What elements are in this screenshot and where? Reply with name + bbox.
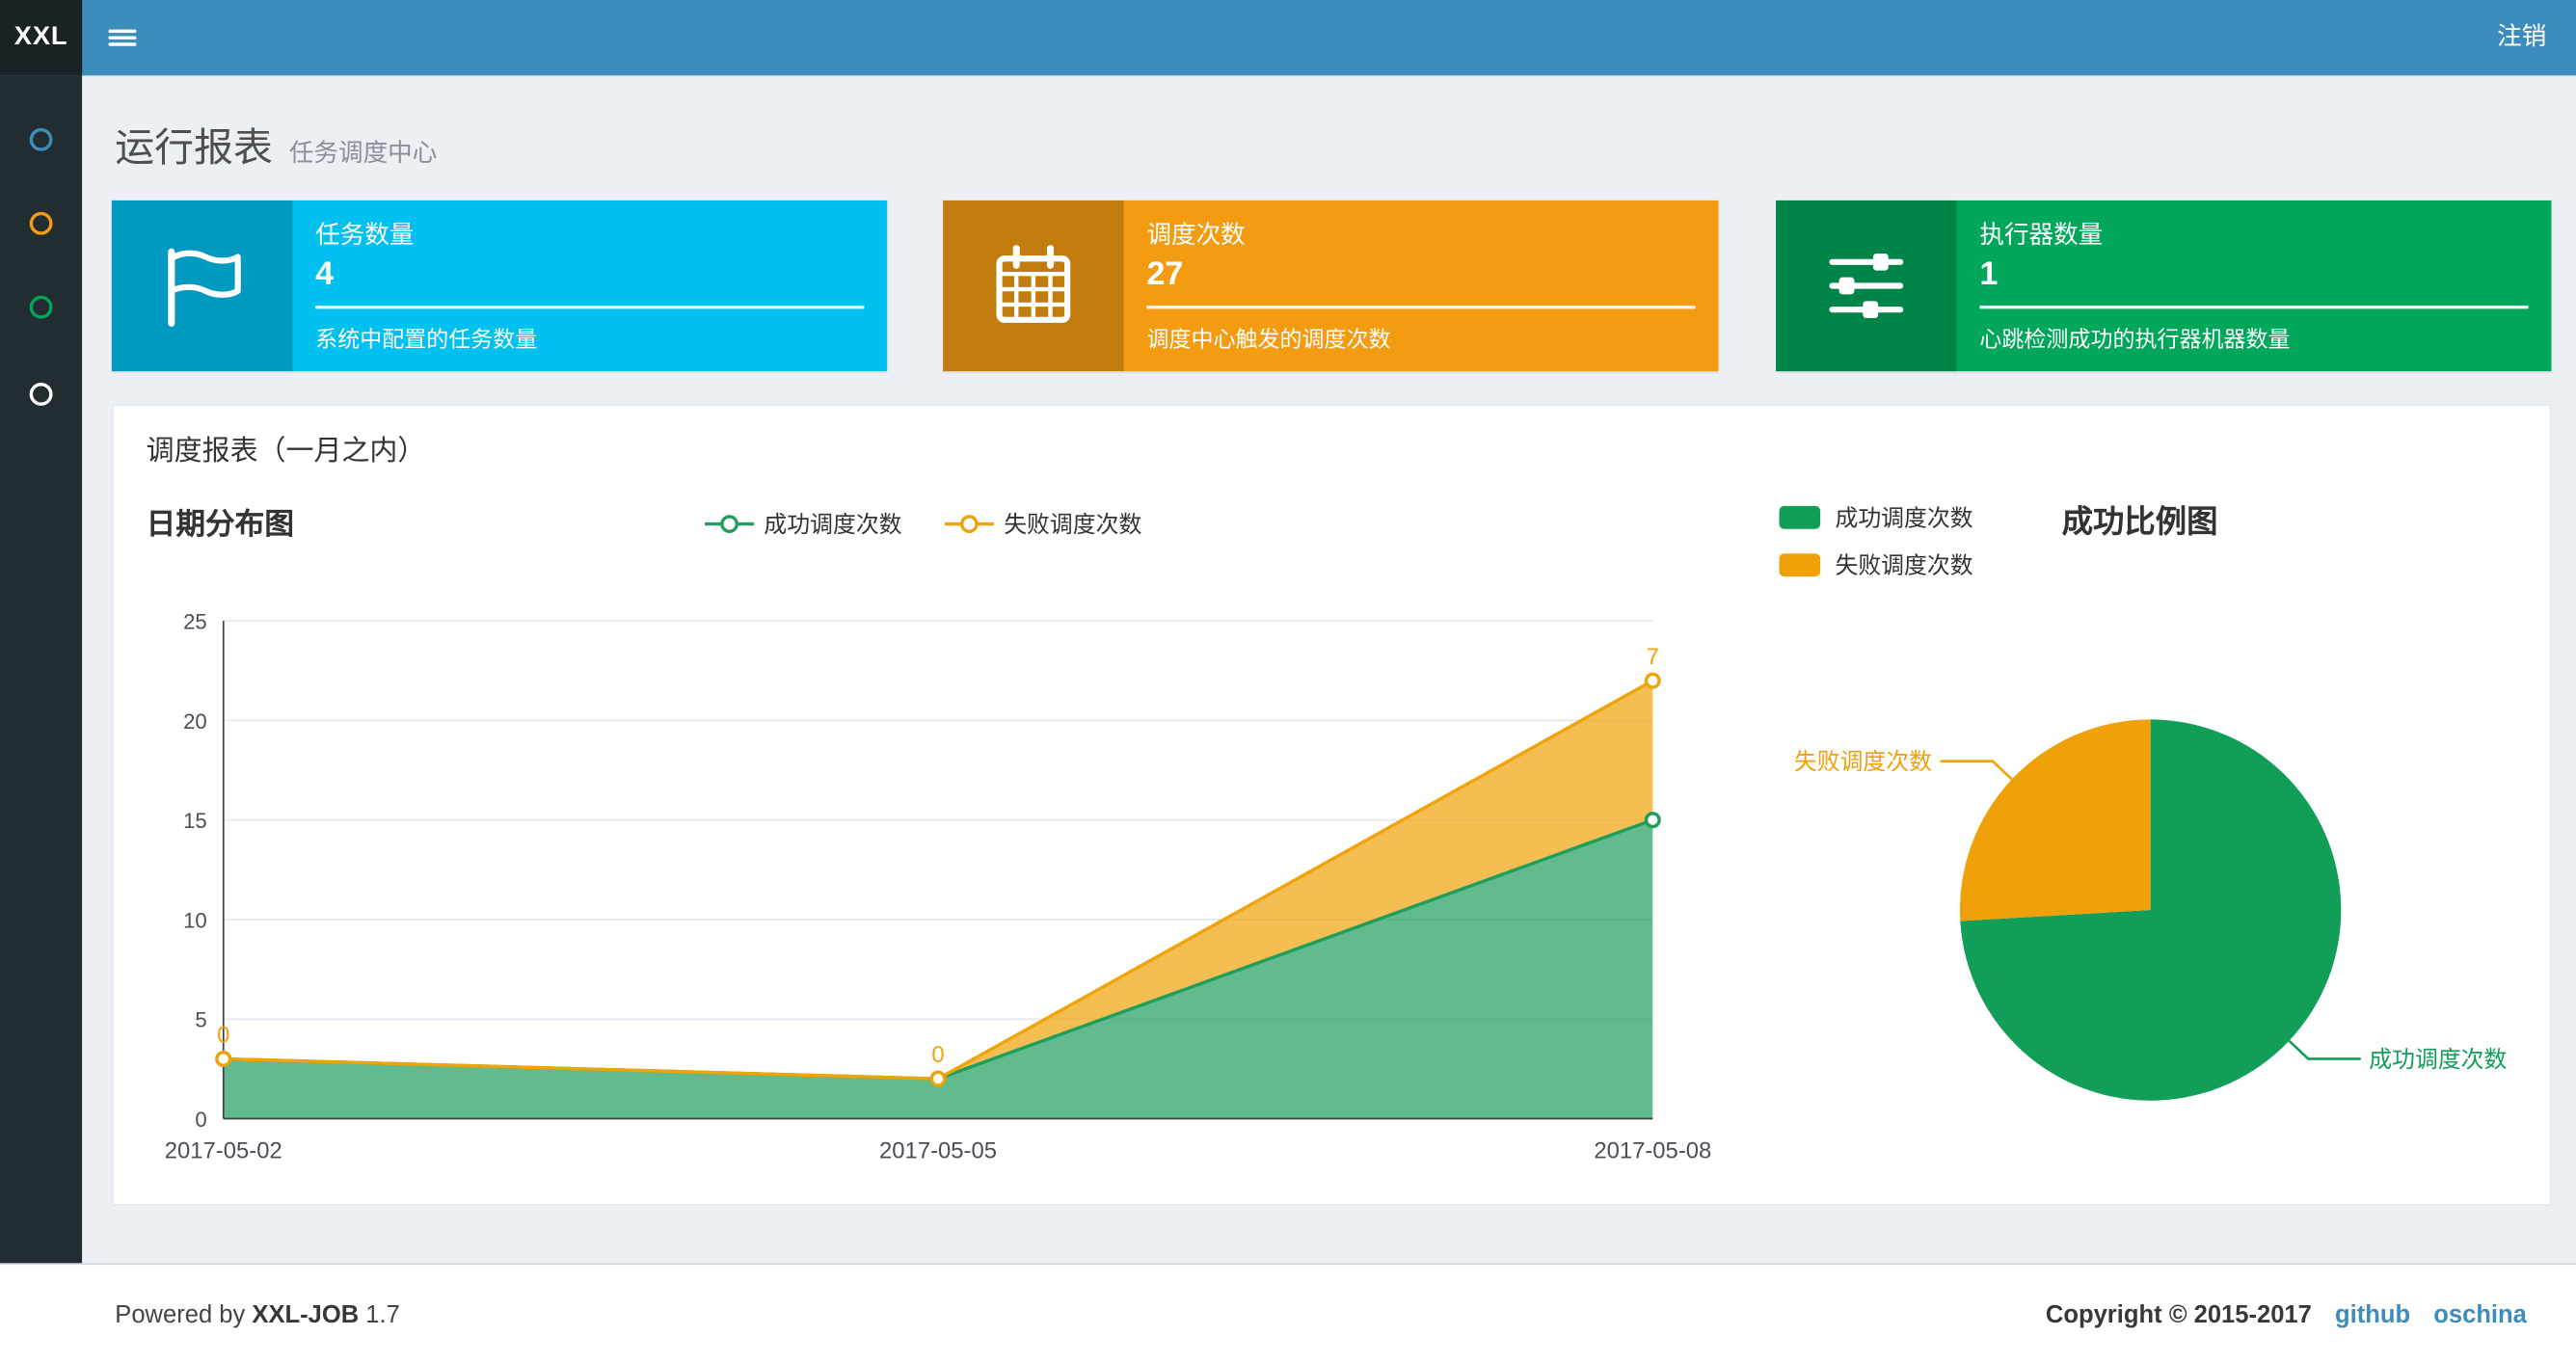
- svg-text:失败调度次数: 失败调度次数: [1794, 749, 1932, 775]
- page-title: 运行报表: [115, 126, 273, 172]
- line-marker-icon: [705, 515, 755, 533]
- app-logo[interactable]: XXL: [0, 0, 83, 76]
- legend-item-success[interactable]: 成功调度次数: [705, 508, 902, 541]
- logout-link[interactable]: 注销: [2468, 0, 2576, 75]
- product-name: XXL-JOB: [252, 1299, 360, 1328]
- top-navbar: XXL 注销: [0, 0, 2576, 76]
- info-box-divider: [1979, 305, 2529, 309]
- info-box-desc: 调度中心触发的调度次数: [1146, 327, 1391, 352]
- circle-icon: [29, 383, 53, 406]
- hamburger-icon: [107, 26, 136, 49]
- info-box-label: 调度次数: [1146, 222, 1246, 251]
- date-distribution-chart[interactable]: 05101520252017-05-02 2017-05-05 2017-05-08…: [114, 580, 1773, 1185]
- info-box-value: 27: [1146, 255, 1184, 293]
- panel-title: 调度报表（一月之内）: [146, 435, 426, 467]
- info-box-desc: 心跳检测成功的执行器机器数量: [1979, 327, 2291, 352]
- sliders-icon: [1776, 200, 1957, 372]
- powered-by-text: Powered by XXL-JOB 1.7: [115, 1299, 400, 1328]
- info-box-desc: 系统中配置的任务数量: [315, 327, 538, 352]
- pie-chart-legend: 成功调度次数 失败调度次数: [1779, 501, 1973, 581]
- info-box-executor-count: 执行器数量 1 心跳检测成功的执行器机器数量: [1776, 200, 2552, 372]
- circle-icon: [29, 295, 53, 319]
- svg-text:25: 25: [183, 610, 207, 634]
- flag-icon: [111, 200, 293, 372]
- sidebar-item-2[interactable]: [21, 203, 61, 243]
- sidebar-toggle-button[interactable]: [82, 0, 161, 75]
- page-header: 运行报表 任务调度中心: [115, 115, 437, 180]
- oschina-link[interactable]: oschina: [2433, 1300, 2527, 1328]
- svg-text:10: 10: [183, 908, 207, 932]
- circle-icon: [29, 211, 53, 235]
- version-text: 1.7: [365, 1299, 400, 1328]
- svg-text:0: 0: [217, 1022, 229, 1048]
- svg-text:0: 0: [195, 1108, 206, 1132]
- svg-text:20: 20: [183, 709, 207, 734]
- info-box-value: 4: [315, 255, 335, 293]
- pie-chart-title: 成功比例图: [2061, 505, 2218, 541]
- line-chart-legend: 成功调度次数 失败调度次数: [705, 508, 1141, 541]
- line-chart-title: 日期分布图: [146, 507, 295, 541]
- main-footer: Powered by XXL-JOB 1.7 Copyright © 2015-…: [0, 1263, 2576, 1363]
- copyright-text: Copyright © 2015-2017: [2045, 1299, 2312, 1328]
- line-marker-icon: [944, 515, 994, 533]
- legend-item-fail[interactable]: 失败调度次数: [944, 508, 1141, 541]
- info-box-label: 执行器数量: [1979, 222, 2104, 251]
- swatch-icon: [1779, 553, 1821, 577]
- page-subtitle: 任务调度中心: [288, 139, 438, 168]
- app-root: XXL 注销 运行报表 任务调度中心 任务数量 4 系统中配置的任务数量 调度次…: [0, 0, 2576, 1363]
- schedule-report-panel: 调度报表（一月之内） 日期分布图 成功调度次数 失败调度次数 0 5 10 15 20 2…: [111, 404, 2553, 1206]
- svg-text:0: 0: [931, 1042, 944, 1068]
- circle-icon: [29, 127, 53, 151]
- info-box-divider: [315, 305, 865, 309]
- legend-item-fail[interactable]: 失败调度次数: [1779, 548, 1973, 581]
- success-ratio-pie-chart[interactable]: 成功调度次数 失败调度次数: [1776, 642, 2553, 1184]
- sidebar-item-3[interactable]: [21, 287, 61, 327]
- svg-text:5: 5: [195, 1008, 206, 1032]
- svg-text:15: 15: [183, 809, 207, 833]
- svg-text:7: 7: [1647, 644, 1659, 670]
- info-box-trigger-count: 调度次数 27 调度中心触发的调度次数: [943, 200, 1719, 372]
- info-box-divider: [1146, 305, 1696, 309]
- sidebar-item-4[interactable]: [21, 375, 61, 414]
- info-box-label: 任务数量: [315, 222, 415, 251]
- legend-item-success[interactable]: 成功调度次数: [1779, 501, 1973, 534]
- svg-text:2017-05-08: 2017-05-08: [1594, 1137, 1711, 1163]
- info-box-job-count: 任务数量 4 系统中配置的任务数量: [111, 200, 888, 372]
- sidebar: [0, 75, 83, 1264]
- svg-text:2017-05-05: 2017-05-05: [879, 1137, 997, 1163]
- svg-text:成功调度次数: 成功调度次数: [2369, 1047, 2507, 1073]
- swatch-icon: [1779, 505, 1821, 529]
- copyright-area: Copyright © 2015-2017 github oschina: [2046, 1300, 2527, 1328]
- sidebar-item-1[interactable]: [21, 120, 61, 159]
- svg-text:2017-05-02: 2017-05-02: [165, 1137, 282, 1163]
- info-box-value: 1: [1979, 255, 1999, 293]
- github-link[interactable]: github: [2335, 1300, 2410, 1328]
- calendar-icon: [943, 200, 1124, 372]
